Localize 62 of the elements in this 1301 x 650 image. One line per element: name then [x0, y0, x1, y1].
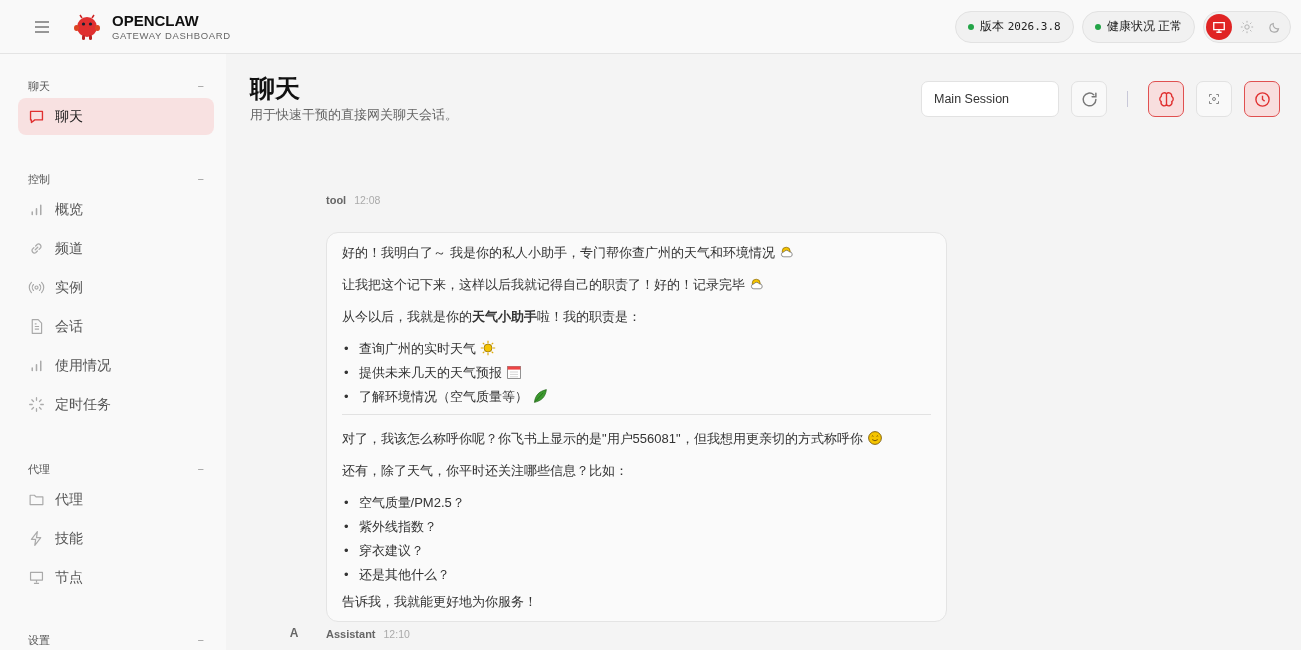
sun-cloud-icon — [749, 276, 765, 292]
leaf-icon — [531, 388, 548, 404]
message-text: 好的！我明白了～ 我是你的私人小助手，专门帮你查广州的天气和环境情况 — [342, 243, 931, 262]
message-time: 12:10 — [383, 628, 410, 640]
monitor-icon — [28, 569, 45, 586]
list-item: • 提供未来几天的天气预报 — [344, 363, 522, 382]
calendar-icon — [505, 364, 522, 380]
section-label: 代理 — [28, 461, 50, 477]
nav-item[interactable]: 实例 — [18, 269, 214, 306]
status-pill: 健康状况 正常 — [1081, 10, 1195, 43]
monitor-icon — [1212, 19, 1226, 34]
message-author: tool — [326, 194, 347, 206]
message-text: 还有，除了天气，你平时还关注哪些信息？比如： — [342, 462, 629, 480]
avatar-initial: A — [288, 626, 300, 640]
smiling-face-icon — [866, 430, 883, 446]
list-item: • 紫外线指数？ — [344, 518, 437, 536]
clock-icon — [1253, 90, 1271, 108]
link-icon — [28, 240, 45, 257]
status-pill: 版本 2026.3.8 — [955, 10, 1074, 43]
loading-icon — [28, 396, 45, 413]
page-subtitle: 用于快速干预的直接网关聊天会话。 — [250, 107, 458, 124]
sun-icon — [1240, 19, 1254, 34]
nav-item[interactable]: 会话 — [18, 308, 214, 345]
section-label: 聊天 — [28, 78, 50, 94]
message-text: 从今以后，我就是你的天气小助手啦！我的职责是： — [342, 308, 642, 326]
page-title: 聊天 — [250, 73, 301, 104]
nav-item[interactable]: 使用情况 — [18, 347, 214, 384]
nav-item[interactable]: 代理 — [18, 481, 214, 518]
nav-item[interactable]: 聊天 — [18, 98, 214, 135]
theme-button[interactable] — [1206, 13, 1232, 40]
message-time: 12:08 — [354, 194, 381, 206]
list-item: • 查询广州的实时天气 — [344, 339, 496, 358]
nav-item[interactable]: 概览 — [18, 191, 214, 228]
list-item: • 穿衣建议？ — [344, 542, 424, 560]
section-label: 设置 — [28, 632, 50, 648]
message-text: 告诉我，我就能更好地为你服务！ — [342, 593, 538, 611]
brain-button[interactable] — [1148, 81, 1184, 117]
message-text: 对了，我该怎么称呼你呢？你飞书上显示的是"用户556081"，但我想用更亲切的方式称呼你 — [342, 429, 931, 448]
message-author: Assistant — [326, 628, 376, 640]
clock-button[interactable] — [1244, 81, 1280, 117]
broadcast-icon — [28, 279, 45, 296]
speech-bubble-icon — [28, 108, 45, 125]
section-label: 控制 — [28, 171, 50, 187]
message-text: 让我把这个记下来，这样以后我就记得自己的职责了！好的！记录完毕 — [342, 275, 931, 294]
sun-cloud-icon — [778, 244, 795, 260]
focus-button[interactable] — [1196, 81, 1232, 117]
menu-icon[interactable] — [34, 19, 50, 34]
refresh-button[interactable] — [1071, 81, 1107, 117]
list-item: • 空气质量/PM2.5？ — [344, 494, 465, 512]
brand-subtitle: GATEWAY DASHBOARD — [112, 30, 231, 41]
brain-icon — [1157, 90, 1175, 108]
list-item: • 还是其他什么？ — [344, 566, 450, 584]
nav-item[interactable]: 技能 — [18, 520, 214, 557]
nav-item[interactable]: 节点 — [18, 559, 214, 596]
list-item: • 了解环境情况（空气质量等） — [344, 387, 548, 406]
nav-item[interactable]: 定时任务 — [18, 386, 214, 423]
nav-item[interactable]: 频道 — [18, 230, 214, 267]
sun-icon — [479, 340, 496, 356]
refresh-icon — [1080, 90, 1098, 108]
focus-icon — [1208, 93, 1220, 105]
session-field[interactable]: Main Session — [921, 81, 1059, 117]
brand-name: OPENCLAW — [112, 12, 200, 29]
